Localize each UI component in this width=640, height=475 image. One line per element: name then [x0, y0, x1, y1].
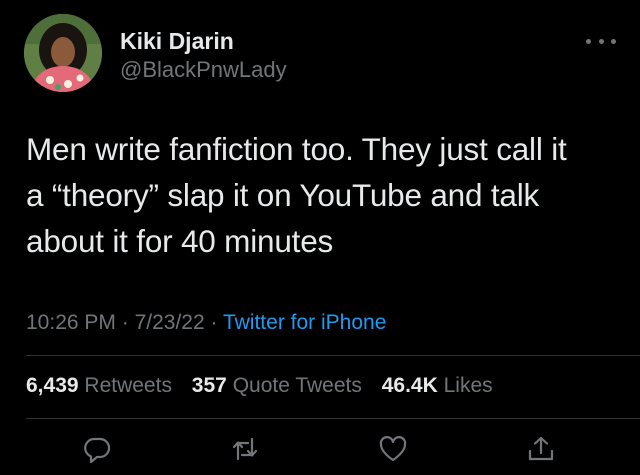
tweet-text-line: Men write fanfiction too. They just call… — [26, 131, 567, 167]
retweets-label: Retweets — [84, 374, 172, 397]
share-icon — [528, 436, 554, 461]
action-bar — [0, 430, 640, 474]
tweet-text: Men write fanfiction too. They just call… — [26, 126, 616, 264]
avatar[interactable] — [24, 14, 102, 92]
divider — [26, 355, 640, 356]
more-dot — [611, 38, 616, 44]
tweet-time[interactable]: 10:26 PM — [26, 311, 116, 334]
tweet-text-line: about it for 40 minutes — [26, 223, 334, 259]
reply-icon — [84, 437, 111, 464]
retweets-stat[interactable]: 6,439 Retweets — [26, 374, 172, 397]
quote-tweets-count: 357 — [191, 374, 227, 397]
tweet-stats: 6,439 Retweets 357 Quote Tweets 46.4K Li… — [26, 374, 507, 398]
share-button[interactable] — [526, 434, 562, 470]
quote-tweets-label: Quote Tweets — [232, 374, 362, 397]
user-handle[interactable]: @BlackPnwLady — [120, 57, 287, 83]
more-options-icon[interactable] — [586, 34, 616, 48]
tweet-source-link[interactable]: Twitter for iPhone — [223, 311, 386, 334]
heart-icon — [379, 436, 407, 462]
reply-button[interactable] — [82, 434, 118, 470]
retweet-icon — [232, 437, 258, 461]
tweet-meta: 10:26 PM · 7/23/22 · Twitter for iPhone — [26, 311, 386, 335]
likes-stat[interactable]: 46.4K Likes — [382, 374, 493, 397]
display-name[interactable]: Kiki Djarin — [120, 28, 234, 55]
divider — [26, 418, 640, 419]
tweet-header: Kiki Djarin @BlackPnwLady — [24, 14, 624, 94]
tweet-text-line: a “theory” slap it on YouTube and talk — [26, 177, 540, 213]
retweet-button[interactable] — [230, 434, 266, 470]
quote-tweets-stat[interactable]: 357 Quote Tweets — [192, 374, 362, 397]
meta-separator: · — [210, 311, 218, 334]
meta-separator: · — [121, 311, 129, 334]
more-dot — [598, 38, 604, 44]
likes-count: 46.4K — [381, 374, 438, 397]
likes-label: Likes — [443, 374, 493, 397]
like-button[interactable] — [378, 434, 414, 470]
avatar-image — [24, 14, 102, 92]
retweets-count: 6,439 — [26, 374, 79, 397]
more-dot — [586, 38, 591, 44]
tweet-date[interactable]: 7/23/22 — [135, 311, 205, 334]
